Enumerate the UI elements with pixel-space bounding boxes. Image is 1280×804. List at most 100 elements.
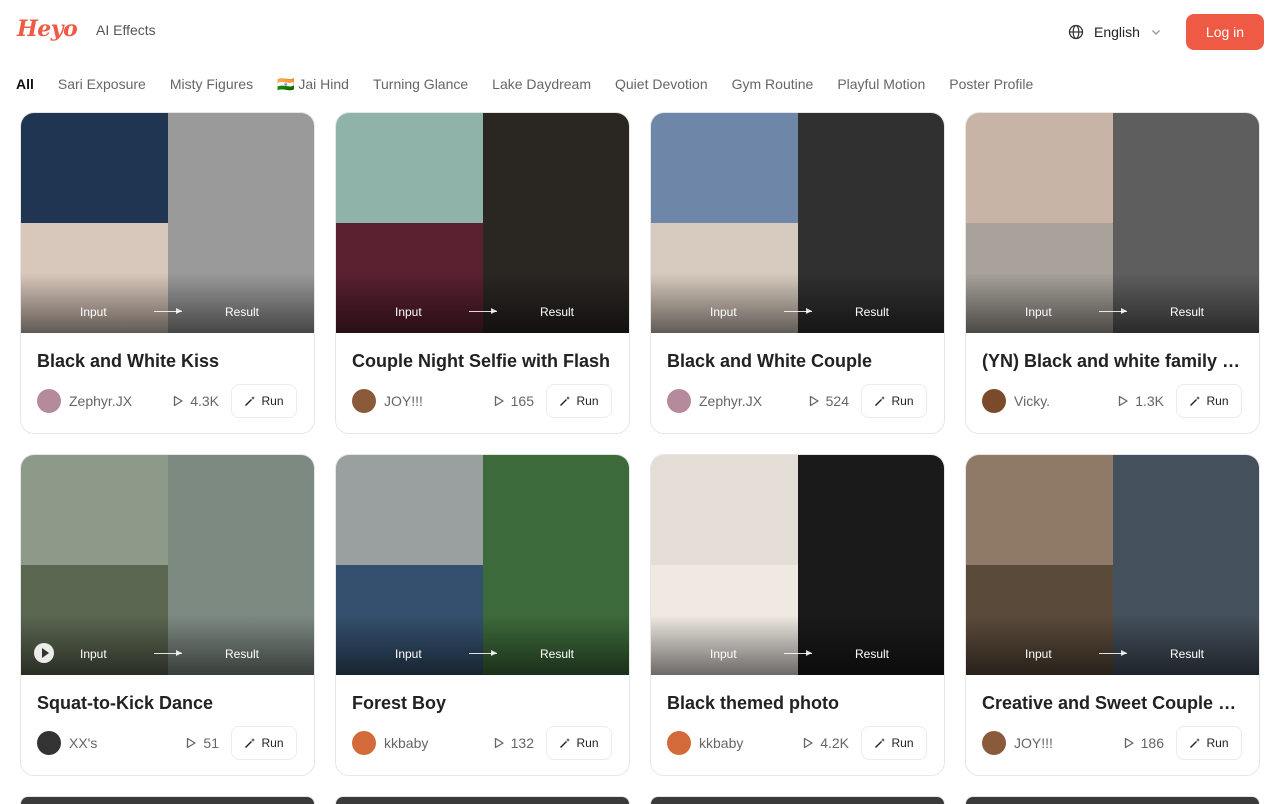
run-label: Run xyxy=(1206,394,1229,408)
top-bar: Heyo AI Effects English Log in xyxy=(0,0,1280,64)
run-button[interactable]: Run xyxy=(861,726,927,760)
effect-title[interactable]: (YN) Black and white family … xyxy=(982,351,1247,372)
run-button[interactable]: Run xyxy=(231,384,297,418)
tab-0[interactable]: All xyxy=(16,76,34,92)
avatar xyxy=(982,389,1006,413)
run-button[interactable]: Run xyxy=(1176,726,1242,760)
view-count-value: 186 xyxy=(1140,735,1164,751)
author[interactable]: kkbaby xyxy=(352,731,428,755)
effect-title[interactable]: Forest Boy xyxy=(352,693,617,714)
effect-card[interactable]: Input Result Squat-to-Kick Dance XX's 51… xyxy=(20,454,315,776)
nav-link-ai-effects[interactable]: AI Effects xyxy=(96,22,156,38)
effect-preview-image[interactable]: Input Result xyxy=(21,113,314,333)
view-count-value: 4.3K xyxy=(190,393,219,409)
arrow-icon xyxy=(1099,308,1127,314)
magic-wand-icon xyxy=(1190,396,1201,406)
author[interactable]: XX's xyxy=(37,731,97,755)
avatar xyxy=(352,389,376,413)
globe-icon xyxy=(1068,24,1084,40)
result-label: Result xyxy=(540,305,575,319)
tab-1[interactable]: Sari Exposure xyxy=(58,76,146,92)
view-count: 186 xyxy=(1116,735,1164,751)
play-count-icon xyxy=(494,737,504,749)
tab-9[interactable]: Poster Profile xyxy=(949,76,1033,92)
effect-preview-image[interactable]: Input Result xyxy=(651,455,944,675)
tab-4[interactable]: Turning Glance xyxy=(373,76,468,92)
input-label: Input xyxy=(395,305,422,319)
arrow-icon xyxy=(469,650,497,656)
effect-card-partial[interactable] xyxy=(335,796,630,804)
view-count-value: 132 xyxy=(510,735,534,751)
author[interactable]: JOY!!! xyxy=(352,389,423,413)
image-overlay xyxy=(966,615,1259,675)
play-count-icon xyxy=(174,395,183,407)
author[interactable]: Zephyr.JX xyxy=(37,389,132,413)
effect-card[interactable]: Input Result Creative and Sweet Couple …… xyxy=(965,454,1260,776)
author[interactable]: kkbaby xyxy=(667,731,743,755)
run-label: Run xyxy=(891,736,914,750)
result-label: Result xyxy=(1170,647,1205,661)
author-name: Zephyr.JX xyxy=(69,393,133,409)
effect-title[interactable]: Creative and Sweet Couple … xyxy=(982,693,1247,714)
view-count: 51 xyxy=(171,735,219,751)
language-selector[interactable]: English xyxy=(1068,22,1162,42)
run-button[interactable]: Run xyxy=(861,384,927,418)
effect-preview-image[interactable]: Input Result xyxy=(336,113,629,333)
run-label: Run xyxy=(261,736,284,750)
effect-preview-image[interactable]: Input Result xyxy=(651,113,944,333)
input-image-1 xyxy=(336,113,483,223)
effect-title[interactable]: Black themed photo xyxy=(667,693,932,714)
tab-5[interactable]: Lake Daydream xyxy=(492,76,591,92)
effect-card[interactable]: Input Result Black and White Couple Zeph… xyxy=(650,112,945,434)
effect-card-partial[interactable] xyxy=(965,796,1260,804)
effect-title[interactable]: Black and White Couple xyxy=(667,351,932,372)
input-label: Input xyxy=(80,305,107,319)
author[interactable]: JOY!!! xyxy=(982,731,1053,755)
effect-preview-image[interactable]: Input Result xyxy=(966,113,1259,333)
input-label: Input xyxy=(710,647,737,661)
effect-card[interactable]: Input Result Black themed photo kkbaby 4… xyxy=(650,454,945,776)
heyo-logo[interactable]: Heyo xyxy=(17,16,78,42)
run-button[interactable]: Run xyxy=(546,726,612,760)
effect-preview-image[interactable]: Input Result xyxy=(21,455,314,675)
image-overlay xyxy=(651,273,944,333)
effect-preview-image[interactable]: Input Result xyxy=(336,455,629,675)
author[interactable]: Zephyr.JX xyxy=(667,389,762,413)
play-count-icon xyxy=(494,395,504,407)
tab-6[interactable]: Quiet Devotion xyxy=(615,76,708,92)
avatar xyxy=(982,731,1006,755)
login-button[interactable]: Log in xyxy=(1186,14,1264,50)
avatar xyxy=(37,389,61,413)
effect-title[interactable]: Black and White Kiss xyxy=(37,351,302,372)
run-label: Run xyxy=(261,394,284,408)
effect-title[interactable]: Couple Night Selfie with Flash xyxy=(352,351,617,372)
run-button[interactable]: Run xyxy=(546,384,612,418)
arrow-icon xyxy=(154,650,182,656)
tab-3[interactable]: 🇮🇳 Jai Hind xyxy=(277,76,349,93)
run-button[interactable]: Run xyxy=(1176,384,1242,418)
magic-wand-icon xyxy=(245,396,256,406)
image-overlay xyxy=(21,615,314,675)
tab-7[interactable]: Gym Routine xyxy=(732,76,814,92)
view-count: 524 xyxy=(801,393,849,409)
tab-8[interactable]: Playful Motion xyxy=(837,76,925,92)
view-count-value: 51 xyxy=(203,735,219,751)
effect-card-partial[interactable] xyxy=(650,796,945,804)
input-image-1 xyxy=(651,455,798,565)
effect-title[interactable]: Squat-to-Kick Dance xyxy=(37,693,302,714)
input-label: Input xyxy=(395,647,422,661)
run-button[interactable]: Run xyxy=(231,726,297,760)
play-icon[interactable] xyxy=(34,643,54,663)
effect-card[interactable]: Input Result (YN) Black and white family… xyxy=(965,112,1260,434)
author[interactable]: Vicky. xyxy=(982,389,1050,413)
effect-card-partial[interactable] xyxy=(20,796,315,804)
arrow-icon xyxy=(1099,650,1127,656)
effect-preview-image[interactable]: Input Result xyxy=(966,455,1259,675)
avatar xyxy=(667,389,691,413)
run-label: Run xyxy=(891,394,914,408)
avatar xyxy=(667,731,691,755)
effect-card[interactable]: Input Result Forest Boy kkbaby 132 Run xyxy=(335,454,630,776)
effect-card[interactable]: Input Result Couple Night Selfie with Fl… xyxy=(335,112,630,434)
tab-2[interactable]: Misty Figures xyxy=(170,76,253,92)
effect-card[interactable]: Input Result Black and White Kiss Zephyr… xyxy=(20,112,315,434)
